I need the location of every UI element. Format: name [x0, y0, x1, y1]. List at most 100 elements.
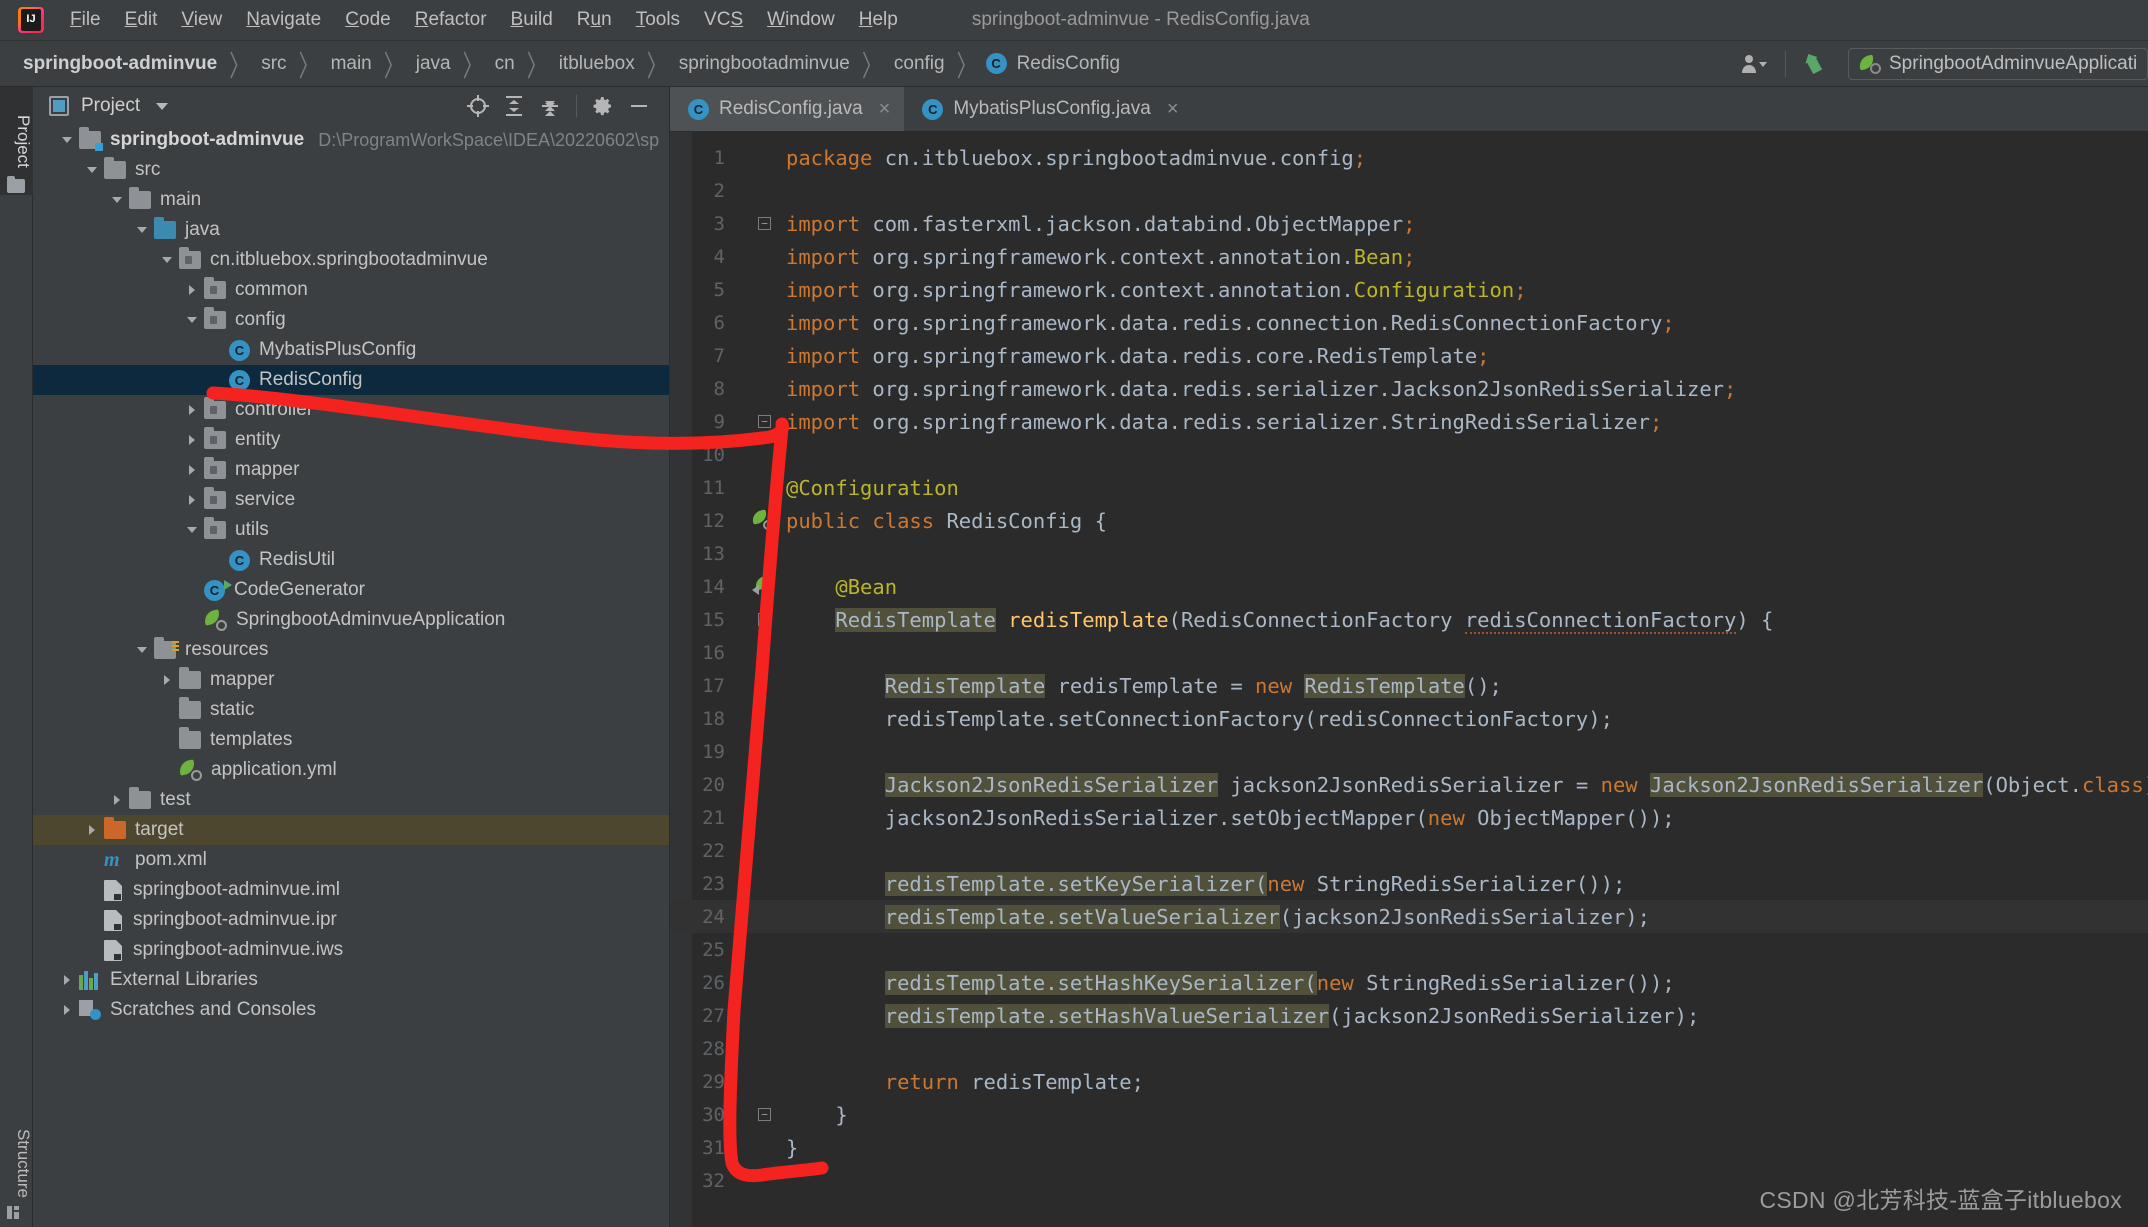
chevron-down-icon[interactable] [184, 311, 202, 329]
chevron-right-icon[interactable] [59, 971, 77, 989]
collapse-all-icon[interactable] [535, 91, 565, 121]
stripe-button-project[interactable]: Project [0, 87, 33, 195]
menu-item-navigate[interactable]: Navigate [234, 7, 333, 33]
chevron-right-icon[interactable] [184, 461, 202, 479]
menu-item-file[interactable]: File [58, 7, 113, 33]
tree-item-target[interactable]: target [33, 815, 669, 845]
menu-item-window[interactable]: Window [755, 7, 847, 33]
code-text: @Configuration [786, 476, 2148, 500]
tree-item-cn-itbluebox-springbootadminvue[interactable]: cn.itbluebox.springbootadminvue [33, 245, 669, 275]
tree-item-entity[interactable]: entity [33, 425, 669, 455]
tree-item-application-yml[interactable]: application.yml [33, 755, 669, 785]
code-line-12: 12public class RedisConfig { [670, 504, 2148, 537]
tree-item-test[interactable]: test [33, 785, 669, 815]
tree-item-springboot-adminvue-iws[interactable]: springboot-adminvue.iws [33, 935, 669, 965]
breadcrumb: springboot-adminvue〉src〉main〉java〉cn〉itb… [20, 49, 1123, 78]
tree-item-mybatisplusconfig[interactable]: CMybatisPlusConfig [33, 335, 669, 365]
code-editor[interactable]: 1package cn.itbluebox.springbootadminvue… [670, 132, 2148, 1227]
tree-item-main[interactable]: main [33, 185, 669, 215]
tree-item-springboot-adminvue[interactable]: springboot-adminvueD:\ProgramWorkSpace\I… [33, 125, 669, 155]
chevron-down-icon[interactable] [156, 103, 168, 110]
updates-arrow-icon[interactable] [1800, 49, 1834, 79]
tree-item-springboot-adminvue-iml[interactable]: springboot-adminvue.iml [33, 875, 669, 905]
user-dropdown-icon[interactable] [1737, 49, 1771, 79]
project-tree[interactable]: springboot-adminvueD:\ProgramWorkSpace\I… [33, 125, 669, 1227]
menu-item-code[interactable]: Code [333, 7, 402, 33]
chevron-down-icon[interactable] [109, 191, 127, 209]
chevron-down-icon[interactable] [184, 521, 202, 539]
tree-item-label: cn.itbluebox.springbootadminvue [210, 249, 488, 271]
hide-panel-icon[interactable] [624, 91, 654, 121]
tree-item-java[interactable]: java [33, 215, 669, 245]
tree-item-springbootadminvueapplication[interactable]: SpringbootAdminvueApplication [33, 605, 669, 635]
code-token: Bean [1354, 245, 1403, 269]
menu-item-refactor[interactable]: Refactor [403, 7, 499, 33]
tree-item-mapper[interactable]: mapper [33, 665, 669, 695]
chevron-right-icon[interactable] [59, 1001, 77, 1019]
menu-item-tools[interactable]: Tools [624, 7, 692, 33]
tree-item-resources[interactable]: resources [33, 635, 669, 665]
breadcrumb-item-cn[interactable]: cn [492, 53, 518, 75]
tree-item-static[interactable]: static [33, 695, 669, 725]
tree-item-codegenerator[interactable]: CCodeGenerator [33, 575, 669, 605]
chevron-right-icon[interactable] [109, 791, 127, 809]
menu-item-run[interactable]: Run [565, 7, 624, 33]
menu-item-view[interactable]: View [169, 7, 234, 33]
tree-item-controller[interactable]: controller [33, 395, 669, 425]
run-configuration-selector[interactable]: SpringbootAdminvueApplicati [1848, 48, 2148, 80]
tree-item-src[interactable]: src [33, 155, 669, 185]
stripe-button-structure[interactable]: Structure [0, 1099, 33, 1227]
menu-item-help[interactable]: Help [847, 7, 910, 33]
breadcrumb-item-main[interactable]: main [328, 53, 375, 75]
code-line-8: 8import org.springframework.data.redis.s… [670, 372, 2148, 405]
expand-all-icon[interactable] [499, 91, 529, 121]
breadcrumb-item-src[interactable]: src [258, 53, 289, 75]
menu-item-edit[interactable]: Edit [113, 7, 170, 33]
code-text: redisTemplate.setConnectionFactory(redis… [786, 707, 2148, 731]
menu-item-build[interactable]: Build [499, 7, 565, 33]
tree-item-label: main [160, 189, 201, 211]
tree-item-common[interactable]: common [33, 275, 669, 305]
locate-icon[interactable] [463, 91, 493, 121]
breadcrumb-item-itbluebox[interactable]: itbluebox [556, 53, 638, 75]
chevron-down-icon[interactable] [84, 161, 102, 179]
editor-tab-redisconfig-java[interactable]: CRedisConfig.java× [670, 87, 904, 131]
tree-item-external-libraries[interactable]: External Libraries [33, 965, 669, 995]
chevron-right-icon[interactable] [184, 491, 202, 509]
chevron-down-icon[interactable] [159, 251, 177, 269]
chevron-down-icon[interactable] [59, 131, 77, 149]
tree-item-config[interactable]: config [33, 305, 669, 335]
editor-tab-mybatisplusconfig-java[interactable]: CMybatisPlusConfig.java× [904, 87, 1192, 131]
code-token: redisTemplate = [1045, 674, 1255, 698]
tree-item-utils[interactable]: utils [33, 515, 669, 545]
chevron-right-icon[interactable] [184, 401, 202, 419]
chevron-right-icon[interactable] [84, 821, 102, 839]
chevron-right-icon[interactable] [159, 671, 177, 689]
tree-item-scratches-and-consoles[interactable]: Scratches and Consoles [33, 995, 669, 1025]
breadcrumb-item-redisconfig[interactable]: RedisConfig [1014, 53, 1124, 75]
tree-item-springboot-adminvue-ipr[interactable]: springboot-adminvue.ipr [33, 905, 669, 935]
tree-item-templates[interactable]: templates [33, 725, 669, 755]
breadcrumb-item-config[interactable]: config [891, 53, 948, 75]
tree-item-pom-xml[interactable]: mpom.xml [33, 845, 669, 875]
breadcrumb-item-springboot-adminvue[interactable]: springboot-adminvue [20, 53, 220, 75]
close-icon[interactable]: × [879, 99, 891, 119]
tree-item-redisconfig[interactable]: CRedisConfig [33, 365, 669, 395]
chevron-right-icon[interactable] [184, 431, 202, 449]
menu-item-vcs[interactable]: VCS [692, 7, 755, 33]
tree-item-redisutil[interactable]: CRedisUtil [33, 545, 669, 575]
line-number: 17 [670, 675, 742, 697]
breadcrumb-item-springbootadminvue[interactable]: springbootadminvue [676, 53, 853, 75]
code-token: ; [1724, 377, 1736, 401]
chevron-down-icon[interactable] [134, 641, 152, 659]
navbar-right-tools: SpringbootAdminvueApplicati [1733, 41, 2148, 86]
close-icon[interactable]: × [1167, 99, 1179, 119]
chevron-right-icon[interactable] [184, 281, 202, 299]
folder-icon [179, 701, 201, 719]
chevron-down-icon[interactable] [134, 221, 152, 239]
tree-item-mapper[interactable]: mapper [33, 455, 669, 485]
line-number: 27 [670, 1005, 742, 1027]
breadcrumb-item-java[interactable]: java [413, 53, 454, 75]
settings-gear-icon[interactable] [588, 91, 618, 121]
tree-item-service[interactable]: service [33, 485, 669, 515]
